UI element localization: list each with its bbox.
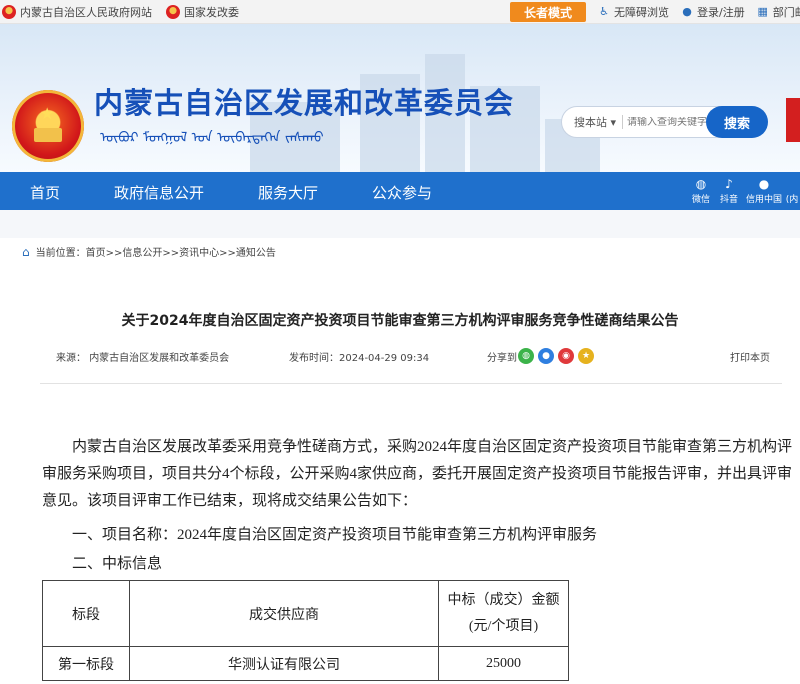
article-intro: 内蒙古自治区发展改革委采用竞争性磋商方式，采购2024年度自治区固定资产投资项目…: [42, 439, 793, 509]
nav-cut-link[interactable]: (内: [784, 176, 800, 205]
table-header-amount: 中标（成交）金额 (元/个项目): [438, 580, 569, 647]
user-icon: ●: [682, 5, 692, 18]
star-icon: ★: [40, 104, 55, 123]
wechat-share-icon[interactable]: ◍: [518, 348, 534, 364]
douyin-icon: ♪: [725, 177, 733, 191]
mongolian-title: ᠥᠪᠦᠷ ᠮᠣᠩᠭᠣᠯ ᠤᠨ ᠥᠪᠡᠷᠲᠡᠭᠡᠨ ᠵᠠᠰᠠᠬᠤ: [100, 130, 324, 146]
nav-home[interactable]: 首页: [30, 182, 60, 203]
weibo-share-icon[interactable]: ◉: [558, 348, 574, 364]
search-box: 搜本站 ▾ 搜索: [561, 106, 768, 138]
nav-gov-info[interactable]: 政府信息公开: [114, 182, 204, 203]
home-icon[interactable]: ⌂: [22, 245, 30, 259]
breadcrumb-label: 当前位置：: [35, 248, 86, 259]
side-red-tag[interactable]: [786, 98, 800, 142]
table-cell-supplier: 华测认证有限公司: [129, 646, 439, 681]
article-publish-time: 发布时间：2024-04-29 09:34: [289, 353, 430, 364]
dept-mail-label: 部门邮箱: [772, 5, 800, 19]
emblem-icon: ●: [758, 177, 770, 191]
top-utility-bar: 内蒙古自治区人民政府网站 国家发改委 长者模式 ♿ 无障碍浏览 ● 登录/注册 …: [0, 0, 800, 24]
credit-china-link[interactable]: ● 信用中国: [746, 176, 782, 205]
project-name-line: 一、项目名称：2024年度自治区固定资产投资项目节能审查第三方机构评审服务: [72, 527, 598, 543]
article-title: 关于2024年度自治区固定资产投资项目节能审查第三方机构评审服务竞争性磋商结果公…: [121, 313, 679, 329]
qq-share-icon[interactable]: ●: [538, 348, 554, 364]
gov-site-label: 内蒙古自治区人民政府网站: [20, 5, 152, 19]
search-input[interactable]: [627, 116, 713, 128]
login-link[interactable]: ● 登录/注册: [681, 4, 745, 20]
ndrc-label: 国家发改委: [184, 5, 239, 19]
wechat-link[interactable]: ◍ 微信: [692, 176, 710, 205]
wechat-icon: ◍: [695, 177, 707, 191]
elder-mode-button[interactable]: 长者模式: [510, 2, 586, 22]
emblem-icon: [166, 4, 180, 19]
search-scope-select[interactable]: 搜本站 ▾: [562, 114, 618, 130]
table-row: 第一标段 华测认证有限公司 25000: [42, 646, 569, 681]
share-icons: ◍ ● ◉ ★: [518, 348, 598, 364]
nav-public-participation[interactable]: 公众参与: [372, 182, 432, 203]
table-cell-lot: 第一标段: [42, 646, 130, 681]
table-header-lot: 标段: [42, 580, 130, 647]
nav-spacer: [0, 210, 800, 238]
table-cell-amount: 25000: [438, 646, 569, 681]
breadcrumb-path[interactable]: 首页>>信息公开>>资讯中心>>通知公告: [86, 244, 276, 259]
top-left-links: 内蒙古自治区人民政府网站 国家发改委: [2, 4, 253, 20]
site-banner: ★ 内蒙古自治区发展和改革委员会 ᠥᠪᠦᠷ ᠮᠣᠩᠭᠣᠯ ᠤᠨ ᠥᠪᠡᠷᠲᠡᠭᠡ…: [0, 24, 800, 172]
top-right-links: ♿ 无障碍浏览 ● 登录/注册 ▦ 部门邮箱: [598, 4, 800, 20]
accessibility-icon: ♿: [599, 5, 609, 18]
link-icon: [784, 176, 800, 192]
search-button[interactable]: 搜索: [706, 106, 768, 138]
qzone-share-icon[interactable]: ★: [578, 348, 594, 364]
main-nav: 首页 政府信息公开 服务大厅 公众参与 ◍ 微信 ♪ 抖音 ● 信用中国 (内: [0, 172, 800, 210]
nav-service-hall[interactable]: 服务大厅: [258, 182, 318, 203]
share-label: 分享到: [487, 353, 517, 364]
divider: [40, 383, 782, 384]
dept-mail-link[interactable]: ▦ 部门邮箱: [757, 4, 800, 20]
search-divider: [622, 115, 623, 129]
national-emblem-logo[interactable]: ★: [12, 90, 84, 162]
print-page-link[interactable]: 打印本页: [730, 349, 770, 364]
site-title[interactable]: 内蒙古自治区发展和改革委员会: [94, 80, 514, 122]
table-header-supplier: 成交供应商: [129, 580, 439, 647]
breadcrumb: ⌂ 当前位置： 首页>>信息公开>>资讯中心>>通知公告: [22, 244, 276, 260]
login-label: 登录/注册: [697, 5, 745, 19]
building-icon: ▦: [757, 5, 768, 18]
table-header-row: 标段 成交供应商 中标（成交）金额 (元/个项目): [42, 580, 569, 647]
winning-table: 标段 成交供应商 中标（成交）金额 (元/个项目) 第一标段 华测认证有限公司 …: [42, 580, 569, 681]
gov-site-link[interactable]: 内蒙古自治区人民政府网站: [2, 4, 152, 20]
accessible-label: 无障碍浏览: [614, 5, 669, 19]
winning-info-heading: 二、中标信息: [72, 556, 163, 572]
accessible-link[interactable]: ♿ 无障碍浏览: [598, 4, 669, 20]
douyin-link[interactable]: ♪ 抖音: [720, 176, 738, 205]
emblem-icon: [2, 4, 16, 19]
article-source: 来源： 内蒙古自治区发展和改革委员会: [56, 353, 230, 364]
ndrc-link[interactable]: 国家发改委: [166, 4, 239, 20]
gate-icon: [34, 128, 62, 142]
